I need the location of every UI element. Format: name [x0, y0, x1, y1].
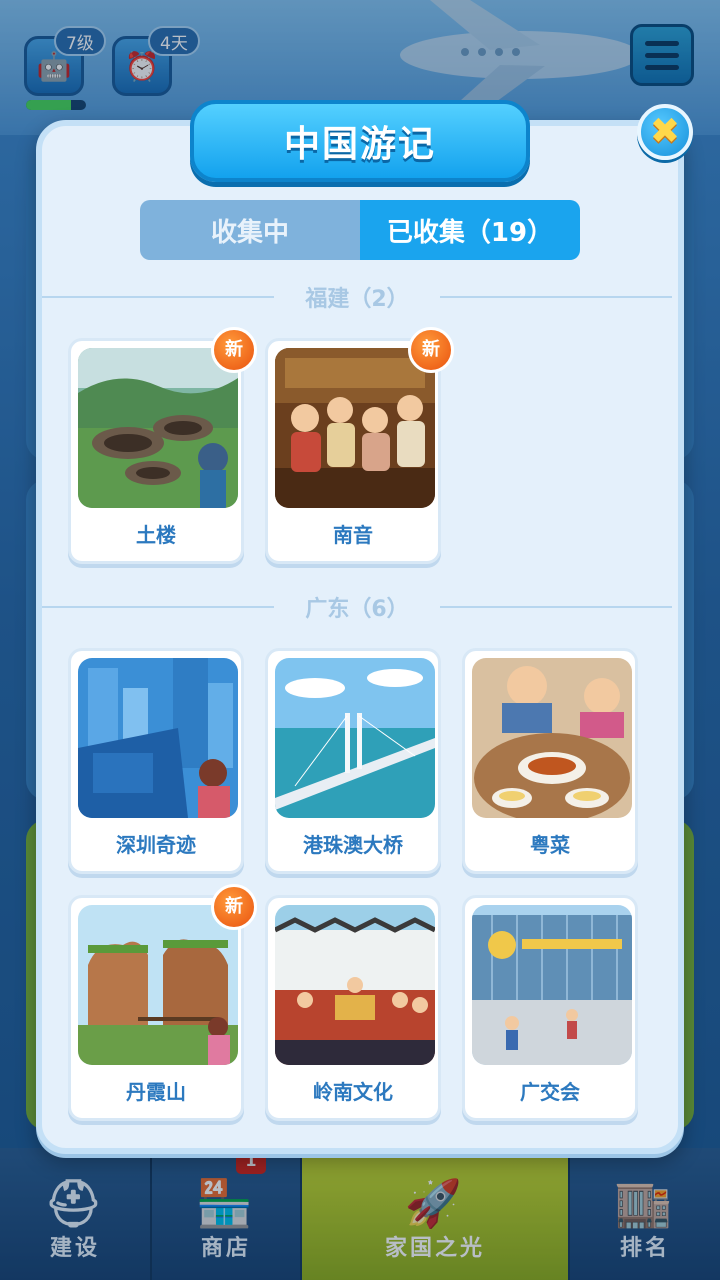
new-badge: 新: [211, 327, 257, 373]
collection-card-cantonese-food[interactable]: 粤菜: [462, 648, 638, 874]
tab-collected[interactable]: 已收集（19）: [360, 200, 580, 260]
canton-fair-illustration: [472, 905, 632, 1065]
hzmb-bridge-illustration: [275, 658, 435, 818]
collection-card-canton-fair[interactable]: 广交会: [462, 895, 638, 1121]
divider: [42, 296, 274, 298]
new-badge: 新: [408, 327, 454, 373]
collection-card-tulou[interactable]: 土楼 新: [68, 327, 257, 564]
section-header-fujian: 福建（2）: [42, 282, 672, 312]
shenzhen-skyline-illustration: [78, 658, 238, 818]
divider: [42, 606, 274, 608]
card-title: 丹霞山: [126, 1080, 186, 1104]
new-badge: 新: [211, 884, 257, 930]
section-header-guangdong: 广东（6）: [42, 592, 672, 622]
collection-tabs: 收集中 已收集（19）: [140, 200, 580, 260]
divider: [440, 606, 672, 608]
collection-card-hzmb[interactable]: 港珠澳大桥: [265, 648, 441, 874]
tab-collecting[interactable]: 收集中: [140, 200, 360, 260]
collection-card-nanyin[interactable]: 南音 新: [265, 327, 454, 564]
lingnan-opera-illustration: [275, 905, 435, 1065]
section-title: 广东（6）: [305, 597, 409, 622]
card-title: 岭南文化: [313, 1080, 393, 1104]
collection-card-shenzhen[interactable]: 深圳奇迹: [68, 648, 244, 874]
nanyin-musicians-illustration: [275, 348, 435, 508]
dialog-title: 中国游记: [190, 100, 530, 182]
card-title: 粤菜: [530, 833, 570, 857]
close-button[interactable]: ✖: [637, 104, 693, 160]
collection-card-danxia[interactable]: 丹霞山 新: [68, 884, 257, 1121]
card-title: 深圳奇迹: [116, 833, 196, 857]
card-title: 广交会: [520, 1080, 580, 1104]
danxia-mountain-illustration: [78, 905, 238, 1065]
section-title: 福建（2）: [305, 287, 409, 312]
card-title: 港珠澳大桥: [303, 833, 403, 857]
card-title: 南音: [333, 523, 373, 547]
tulou-illustration: [78, 348, 238, 508]
card-title: 土楼: [136, 523, 176, 547]
close-icon: ✖: [649, 111, 681, 152]
cantonese-food-illustration: [472, 658, 632, 818]
divider: [440, 296, 672, 298]
collection-card-lingnan[interactable]: 岭南文化: [265, 895, 441, 1121]
